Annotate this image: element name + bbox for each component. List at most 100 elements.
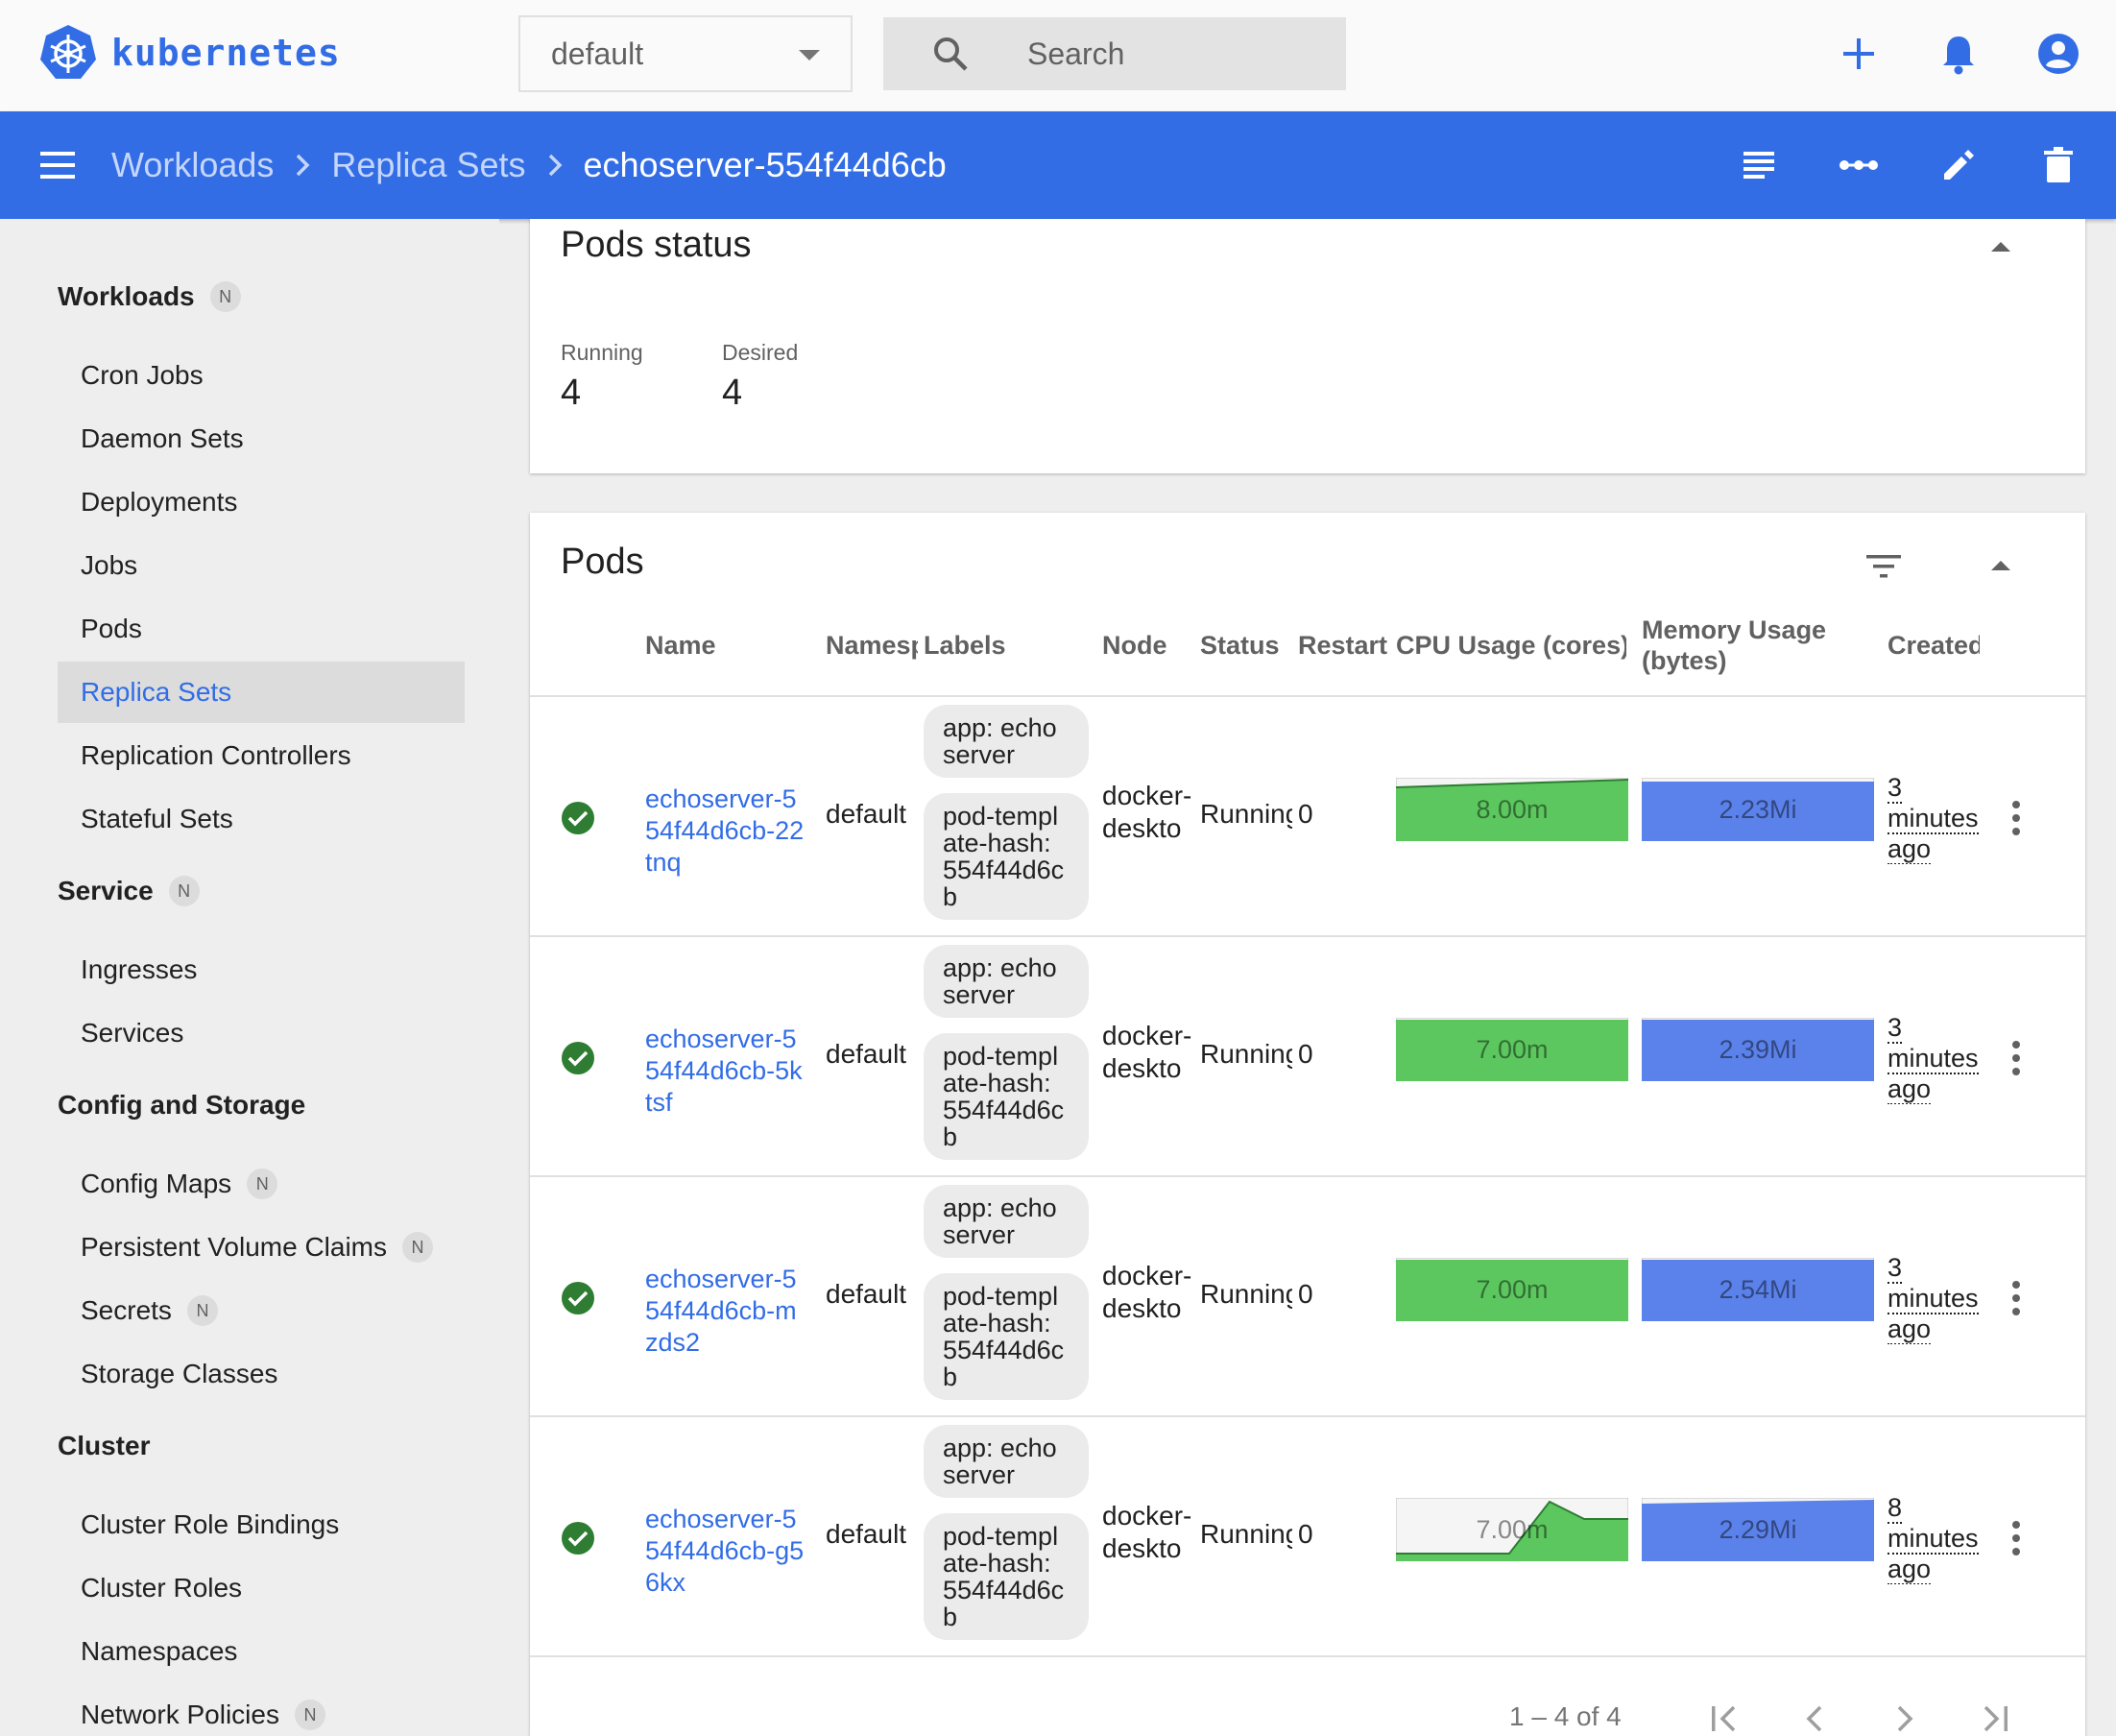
namespaced-badge: N: [294, 1700, 325, 1730]
create-resource-button[interactable]: [1834, 29, 1884, 79]
sidebar-nav: Workloads N Cron Jobs Daemon Sets Deploy…: [0, 219, 499, 1736]
namespaced-badge: N: [209, 281, 241, 312]
label-chip: pod-template-hash: 554f44d6cb: [924, 1273, 1089, 1400]
pod-node: docker-desktop: [1102, 781, 1192, 843]
sidebar-group-label: Workloads: [58, 281, 195, 311]
menu-icon[interactable]: [38, 148, 77, 182]
breadcrumb-workloads[interactable]: Workloads: [111, 145, 274, 185]
sidebar-item-jobs[interactable]: Jobs: [58, 535, 465, 596]
memory-usage-value: 2.39Mi: [1719, 1034, 1797, 1064]
last-page-icon: [1984, 1705, 2008, 1732]
sidebar-item-cluster-roles[interactable]: Cluster Roles: [58, 1557, 465, 1619]
kubernetes-wheel-icon: [40, 25, 96, 79]
breadcrumb: Workloads Replica Sets echoserver-554f44…: [111, 111, 947, 219]
filter-icon[interactable]: [1864, 553, 1903, 580]
sidebar-item-label: Replica Sets: [81, 677, 232, 707]
memory-usage-sparkline: 2.39Mi: [1641, 1017, 1875, 1082]
kubernetes-logo[interactable]: kubernetes: [38, 23, 341, 83]
account-button[interactable]: [2033, 29, 2083, 79]
created-line: ago: [1888, 1555, 1932, 1584]
sidebar-item-replica-sets[interactable]: Replica Sets: [58, 662, 465, 723]
search-input[interactable]: [1027, 31, 1325, 77]
first-page-icon: [1712, 1705, 1736, 1732]
collapse-icon[interactable]: [1991, 561, 2010, 570]
sidebar-item-deployments[interactable]: Deployments: [58, 471, 465, 533]
sidebar-item-label: Pods: [81, 614, 142, 643]
sidebar-item-pods[interactable]: Pods: [58, 598, 465, 660]
breadcrumb-replica-sets[interactable]: Replica Sets: [331, 145, 525, 185]
pod-name-link[interactable]: echoserver-554f44d6cb-5ktsf: [645, 1024, 808, 1119]
more-vert-icon[interactable]: [2010, 1279, 2022, 1317]
running-value: 4: [561, 373, 582, 413]
pods-status-card: Pods status Running 4 Desired 4: [530, 219, 2085, 473]
sidebar-item-cron-jobs[interactable]: Cron Jobs: [58, 345, 465, 406]
account-circle-icon: [2038, 34, 2079, 74]
last-page-button[interactable]: [1976, 1700, 2014, 1736]
sidebar-item-stateful-sets[interactable]: Stateful Sets: [58, 788, 465, 850]
more-vert-icon[interactable]: [2010, 799, 2022, 837]
sidebar-item-ingresses[interactable]: Ingresses: [58, 939, 465, 1001]
more-vert-icon[interactable]: [2010, 1039, 2022, 1077]
first-page-button[interactable]: [1705, 1700, 1743, 1736]
sidebar-item-label: Secrets: [81, 1295, 172, 1325]
breadcrumb-current: echoserver-554f44d6cb: [583, 145, 947, 184]
cpu-usage-value: 7.00m: [1476, 1034, 1549, 1064]
sidebar-item-label: Namespaces: [81, 1636, 238, 1666]
pod-name-link[interactable]: echoserver-554f44d6cb-22tnq: [645, 784, 808, 879]
sidebar-group-config-and-storage[interactable]: Config and Storage: [58, 1090, 305, 1121]
created-line: ago: [1888, 1314, 1932, 1344]
trash-icon: [2044, 147, 2073, 182]
pod-status: Running: [1200, 1279, 1292, 1309]
search-box[interactable]: [883, 17, 1346, 90]
more-vert-icon[interactable]: [2010, 1519, 2022, 1557]
sidebar-group-service[interactable]: Service N: [58, 876, 200, 906]
scale-button[interactable]: [1838, 144, 1880, 186]
namespace-select[interactable]: default: [518, 15, 853, 92]
notifications-button[interactable]: [1934, 29, 1984, 79]
sidebar-item-namespaces[interactable]: Namespaces: [58, 1621, 465, 1682]
search-icon: [934, 37, 968, 71]
created-line: 3: [1888, 773, 1903, 804]
sidebar-item-cluster-role-bindings[interactable]: Cluster Role Bindings: [58, 1494, 465, 1555]
label-chip: app: echoserver: [924, 945, 1089, 1018]
sidebar-item-storage-classes[interactable]: Storage Classes: [58, 1343, 465, 1405]
column-header-created[interactable]: Created: [1888, 609, 1980, 682]
column-header-name[interactable]: Name: [645, 609, 808, 682]
table-row: echoserver-554f44d6cb-g56kx default app:…: [530, 1417, 2085, 1657]
collapse-icon[interactable]: [1991, 242, 2010, 252]
cpu-usage-value: 7.00m: [1476, 1514, 1549, 1544]
running-label: Running: [561, 340, 643, 365]
sidebar-item-daemon-sets[interactable]: Daemon Sets: [58, 408, 465, 470]
pod-restarts: 0: [1298, 799, 1313, 829]
bell-icon: [1943, 36, 1974, 75]
sidebar-item-config-maps[interactable]: Config Maps N: [58, 1153, 465, 1215]
label-chip: pod-template-hash: 554f44d6cb: [924, 1513, 1089, 1640]
view-logs-button[interactable]: [1738, 144, 1780, 186]
sidebar-item-replication-controllers[interactable]: Replication Controllers: [58, 725, 465, 786]
memory-usage-value: 2.29Mi: [1719, 1514, 1797, 1544]
sidebar-item-network-policies[interactable]: Network Policies N: [58, 1684, 465, 1736]
sidebar-item-label: Storage Classes: [81, 1359, 278, 1388]
memory-usage-sparkline: 2.23Mi: [1641, 777, 1875, 842]
delete-button[interactable]: [2037, 144, 2080, 186]
chevron-left-icon: [1806, 1705, 1822, 1732]
sidebar-group-workloads[interactable]: Workloads N: [58, 281, 241, 312]
namespace-select-value: default: [551, 36, 644, 71]
column-header-restarts: Restarts: [1298, 631, 1388, 660]
label-chip: pod-template-hash: 554f44d6cb: [924, 1033, 1089, 1160]
sidebar-group-cluster[interactable]: Cluster: [58, 1431, 150, 1461]
pods-title: Pods: [561, 542, 644, 582]
sidebar-item-secrets[interactable]: Secrets N: [58, 1280, 465, 1341]
sidebar-item-services[interactable]: Services: [58, 1002, 465, 1064]
pod-node: docker-desktop: [1102, 1261, 1192, 1323]
edit-button[interactable]: [1937, 144, 1980, 186]
column-header-labels: Labels: [924, 631, 1006, 660]
previous-page-button[interactable]: [1795, 1700, 1834, 1736]
created-line: minutes: [1888, 1044, 1979, 1074]
next-page-button[interactable]: [1886, 1700, 1924, 1736]
created-line: 8: [1888, 1493, 1903, 1524]
pod-name-link[interactable]: echoserver-554f44d6cb-g56kx: [645, 1504, 808, 1599]
cpu-usage-value: 8.00m: [1476, 794, 1549, 824]
sidebar-item-persistent-volume-claims[interactable]: Persistent Volume Claims N: [58, 1217, 465, 1278]
pod-name-link[interactable]: echoserver-554f44d6cb-mzds2: [645, 1264, 808, 1359]
